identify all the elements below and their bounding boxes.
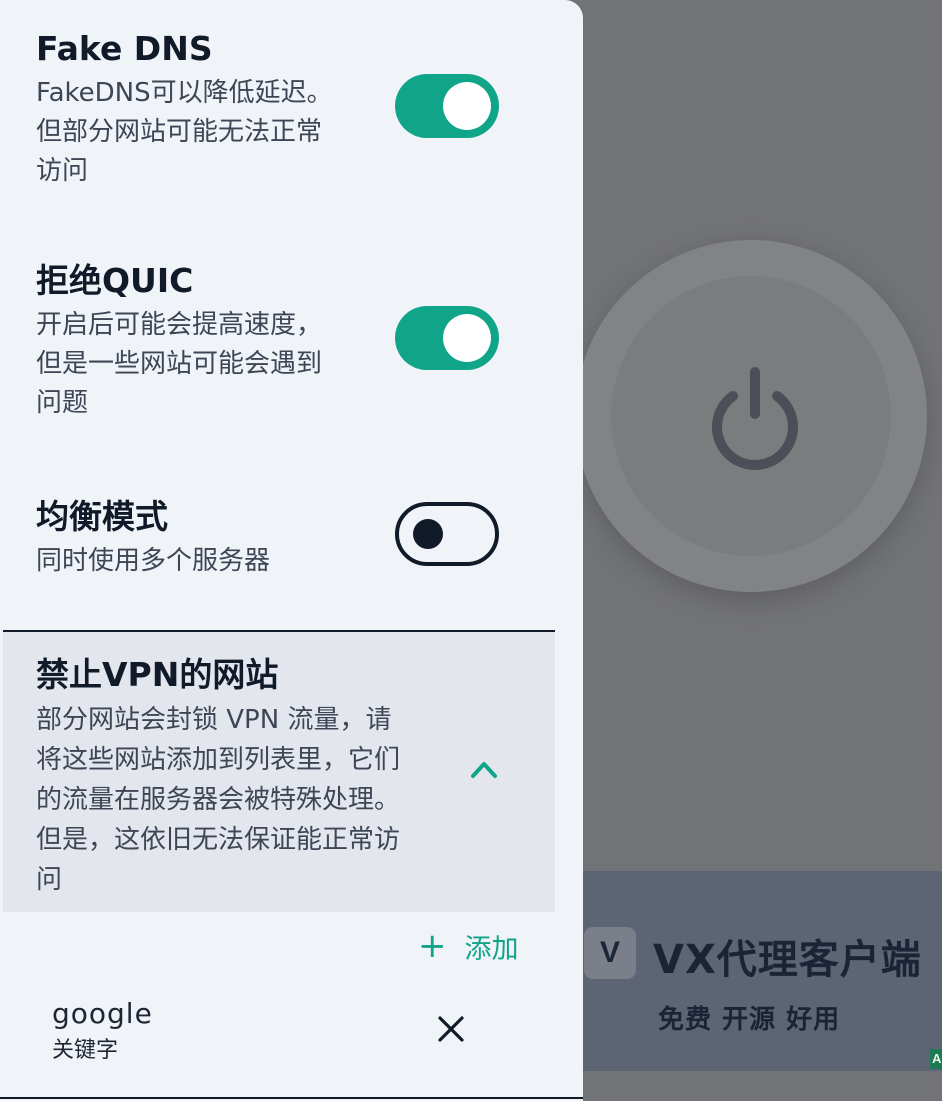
entry-name: google (52, 997, 153, 1030)
desc-line: 部分网站会封锁 VPN 流量，请 (36, 705, 392, 735)
power-icon (712, 367, 798, 470)
section-description: 部分网站会封锁 VPN 流量，请 将这些网站添加到列表里，它们 的流量在服务器会… (36, 700, 436, 900)
desc-line: 但是，这依旧无法保证能正常访 (36, 825, 401, 855)
setting-block-quic: 拒绝QUIC 开启后可能会提高速度， 但是一些网站可能会遇到 问题 (36, 260, 356, 423)
balance-mode-toggle[interactable] (395, 502, 499, 566)
connect-power-button[interactable] (575, 240, 927, 592)
list-item: google 关键字 (52, 996, 153, 1066)
toggle-knob (443, 314, 491, 362)
desc-line: 将这些网站添加到列表里，它们 (36, 745, 401, 775)
chevron-up-icon[interactable] (468, 758, 500, 780)
setting-title: 拒绝QUIC (36, 261, 194, 300)
desc-line: 问题 (36, 388, 89, 418)
close-icon[interactable] (436, 1014, 466, 1044)
toggle-knob (443, 82, 491, 130)
desc-line: 问 (36, 865, 63, 895)
block-quic-toggle[interactable] (395, 306, 499, 370)
add-label: 添加 (464, 933, 519, 965)
setting-balance-mode: 均衡模式 同时使用多个服务器 (36, 496, 356, 581)
desc-line: FakeDNS可以降低延迟。 (36, 78, 333, 108)
setting-description: 同时使用多个服务器 (36, 546, 271, 576)
banner-logo: V (584, 927, 636, 979)
entry-type: 关键字 (52, 1038, 119, 1063)
add-site-button[interactable]: + 添加 (418, 926, 519, 966)
desc-line: 开启后可能会提高速度， (36, 310, 323, 340)
setting-fake-dns: Fake DNS FakeDNS可以降低延迟。 但部分网站可能无法正常 访问 (36, 28, 356, 191)
banner-title: VX代理客户端 (653, 937, 922, 983)
setting-title: 均衡模式 (36, 497, 168, 536)
desc-line: 的流量在服务器会被特殊处理。 (36, 785, 401, 815)
settings-drawer: Fake DNS FakeDNS可以降低延迟。 但部分网站可能无法正常 访问 拒… (0, 0, 583, 1101)
blocked-sites-header[interactable]: 禁止VPN的网站 部分网站会封锁 VPN 流量，请 将这些网站添加到列表里，它们… (3, 632, 555, 912)
fake-dns-toggle[interactable] (395, 74, 499, 138)
setting-title: Fake DNS (36, 29, 213, 68)
banner-subtitle: 免费 开源 好用 (658, 1005, 841, 1035)
ad-badge: A (930, 1049, 942, 1069)
setting-description: 开启后可能会提高速度， 但是一些网站可能会遇到 问题 (36, 306, 356, 423)
plus-icon: + (418, 926, 447, 966)
desc-line: 但部分网站可能无法正常 (36, 117, 323, 147)
list-divider (0, 1097, 583, 1099)
desc-line: 访问 (36, 156, 89, 186)
power-button-inner (611, 276, 891, 556)
toggle-knob (413, 519, 443, 549)
desc-line: 但是一些网站可能会遇到 (36, 349, 323, 379)
promo-banner[interactable]: V VX代理客户端 免费 开源 好用 A (560, 871, 942, 1071)
section-title: 禁止VPN的网站 (36, 655, 279, 694)
setting-description: FakeDNS可以降低延迟。 但部分网站可能无法正常 访问 (36, 74, 356, 191)
